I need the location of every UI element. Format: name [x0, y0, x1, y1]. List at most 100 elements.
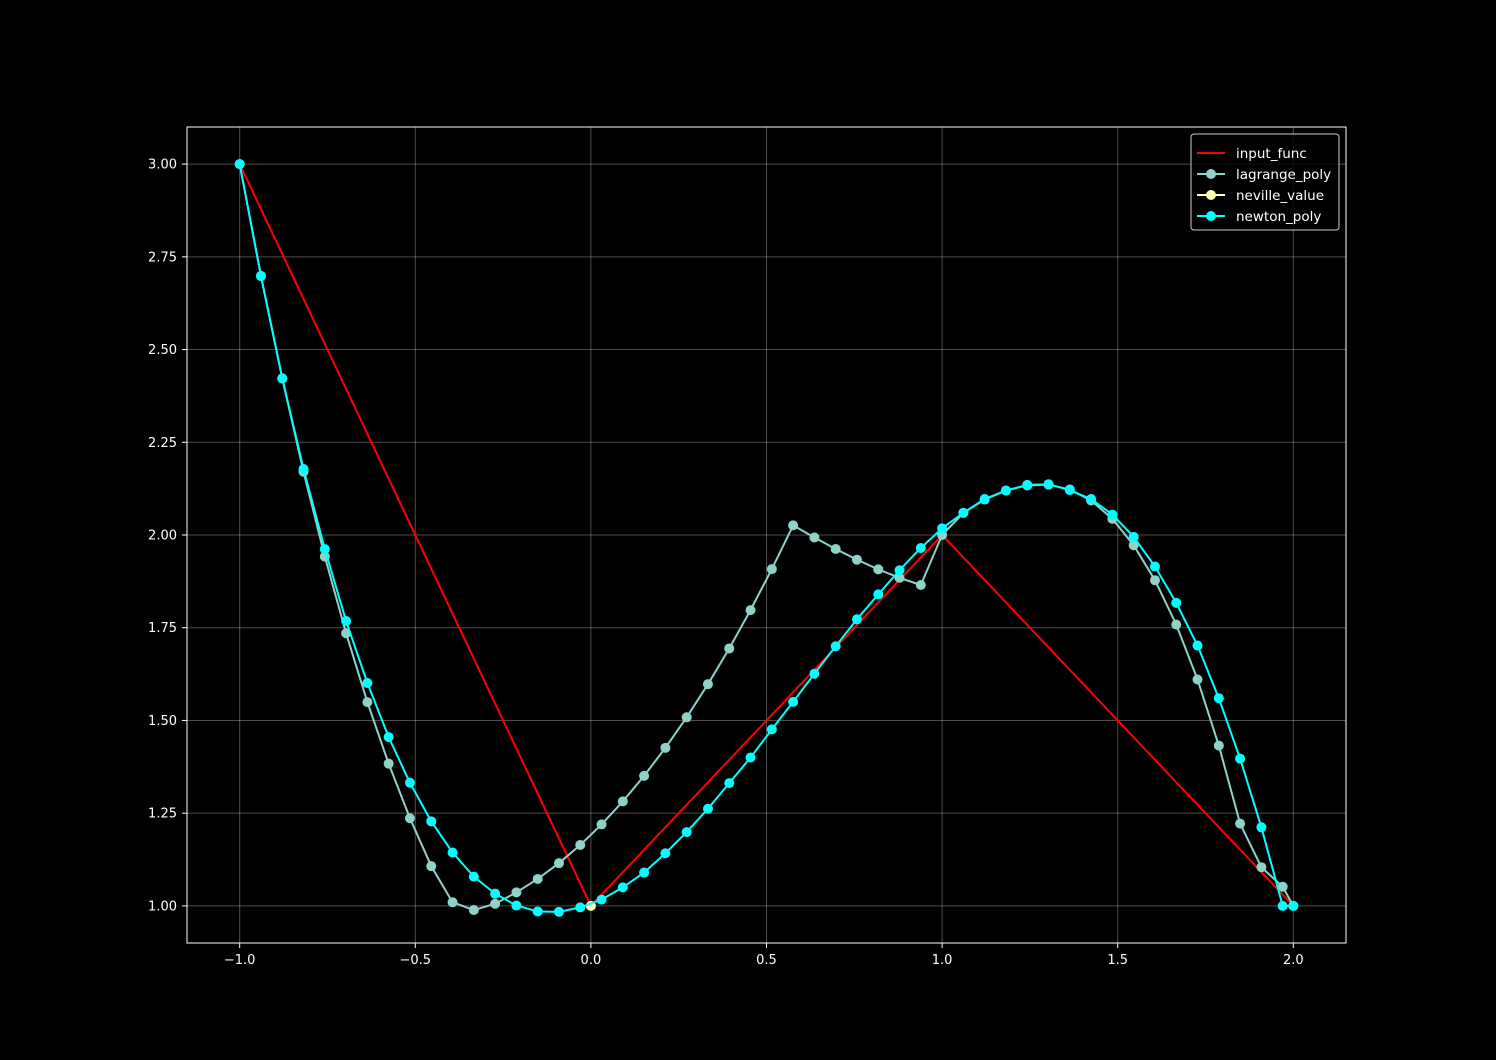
data-point — [788, 520, 799, 531]
y-tick-label: 2.50 — [148, 343, 177, 358]
data-point — [745, 752, 756, 763]
y-tick-label: 2.75 — [148, 250, 177, 265]
data-point — [1149, 575, 1160, 586]
data-point — [809, 668, 820, 679]
data-point — [255, 271, 266, 282]
data-point — [830, 641, 841, 652]
data-point — [1086, 494, 1097, 505]
data-point — [596, 819, 607, 830]
y-tick-label: 2.25 — [148, 436, 177, 451]
data-point — [362, 697, 373, 708]
data-point — [724, 643, 735, 654]
data-point — [1171, 619, 1182, 630]
legend-label: lagrange_poly — [1236, 167, 1331, 183]
data-point — [639, 770, 650, 781]
y-tick-label: 3.00 — [148, 158, 177, 173]
data-point — [404, 813, 415, 824]
data-point — [894, 565, 905, 576]
data-point — [1043, 479, 1054, 490]
data-point — [596, 894, 607, 905]
data-point — [766, 564, 777, 575]
data-point — [1235, 818, 1246, 829]
data-point — [681, 712, 692, 723]
y-tick-label: 1.25 — [148, 807, 177, 822]
data-point — [851, 614, 862, 625]
chart-figure: −1.0 −0.5 0.0 0.5 1.0 1.5 2.0 1.00 1.25 1.50 1.75… — [0, 0, 1496, 1060]
data-point — [830, 543, 841, 554]
data-point — [1149, 561, 1160, 572]
legend-label: newton_poly — [1236, 209, 1321, 225]
data-point — [1107, 509, 1118, 520]
data-point — [1213, 693, 1224, 704]
data-point — [702, 679, 713, 690]
data-point — [277, 373, 288, 384]
data-point — [1022, 479, 1033, 490]
data-point — [1256, 822, 1267, 833]
data-point — [341, 616, 352, 627]
y-tick-label: 1.00 — [148, 899, 177, 914]
data-point — [511, 900, 522, 911]
data-point — [1213, 740, 1224, 751]
data-point — [1256, 862, 1267, 873]
y-tick-label: 2.00 — [148, 529, 177, 544]
data-point — [873, 564, 884, 575]
data-point — [617, 882, 628, 893]
data-point — [1064, 485, 1075, 496]
x-tick-label: −0.5 — [399, 953, 431, 968]
legend-label: neville_value — [1236, 188, 1324, 204]
data-point — [702, 803, 713, 814]
data-point — [1235, 753, 1246, 764]
data-point — [979, 494, 990, 505]
data-point — [575, 840, 586, 851]
data-point — [426, 861, 437, 872]
data-point — [468, 905, 479, 916]
data-point — [660, 742, 671, 753]
data-point — [1288, 900, 1299, 911]
data-point — [234, 159, 245, 170]
data-point — [639, 867, 650, 878]
legend-swatch-marker — [1206, 190, 1216, 200]
y-tick-label: 1.75 — [148, 621, 177, 636]
y-tick-label: 1.50 — [148, 714, 177, 729]
data-point — [447, 897, 458, 908]
data-point — [447, 847, 458, 858]
x-tick-label: 1.0 — [932, 953, 953, 968]
data-point — [660, 848, 671, 859]
data-point — [553, 906, 564, 917]
data-point — [724, 778, 735, 789]
data-point — [511, 887, 522, 898]
data-point — [553, 858, 564, 869]
x-tick-label: 1.5 — [1107, 953, 1128, 968]
data-point — [958, 507, 969, 518]
data-point — [468, 871, 479, 882]
x-tick-label: 0.5 — [756, 953, 777, 968]
line-chart: −1.0 −0.5 0.0 0.5 1.0 1.5 2.0 1.00 1.25 1.50 1.75… — [0, 0, 1496, 1060]
data-point — [915, 542, 926, 553]
legend-swatch-marker — [1206, 211, 1216, 221]
data-point — [532, 906, 543, 917]
data-point — [851, 554, 862, 565]
data-point — [490, 888, 501, 899]
data-point — [1171, 597, 1182, 608]
data-point — [532, 873, 543, 884]
data-point — [617, 796, 628, 807]
x-tick-label: −1.0 — [224, 953, 256, 968]
legend-swatch-marker — [1206, 169, 1216, 179]
x-tick-label: 2.0 — [1283, 953, 1304, 968]
legend-label: input_func — [1236, 146, 1307, 162]
data-point — [362, 677, 373, 688]
legend: input_func lagrange_poly neville_valuenewt… — [1190, 133, 1340, 231]
data-point — [788, 696, 799, 707]
data-point — [809, 532, 820, 543]
data-point — [426, 816, 437, 827]
x-tick-label: 0.0 — [581, 953, 602, 968]
data-point — [298, 463, 309, 474]
data-point — [745, 605, 756, 616]
data-point — [383, 758, 394, 769]
data-point — [1192, 640, 1203, 651]
data-point — [383, 732, 394, 743]
data-point — [915, 580, 926, 590]
data-point — [319, 544, 330, 555]
data-point — [490, 898, 501, 909]
data-point — [1128, 531, 1139, 542]
